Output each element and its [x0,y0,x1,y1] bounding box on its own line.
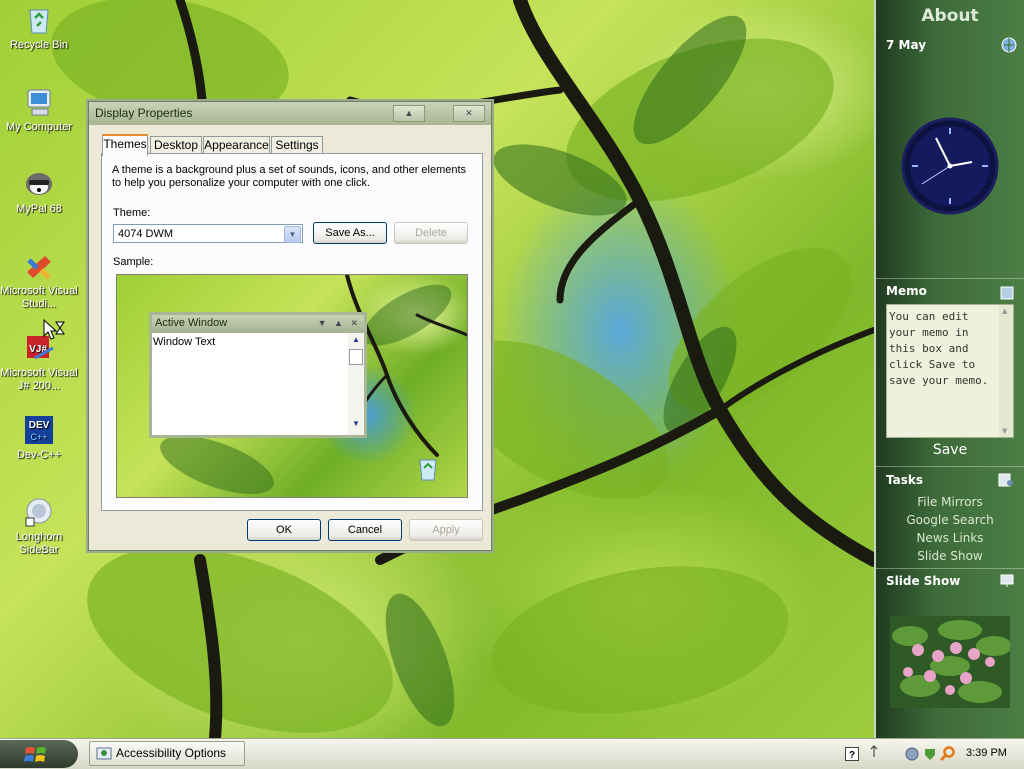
tab-settings[interactable]: Settings [271,136,323,154]
desktop-icon-visual-studio[interactable]: Microsoft Visual Studi... [0,250,78,311]
longhorn-sidebar-icon [23,496,55,528]
scroll-down-icon: ▼ [352,419,360,428]
tab-themes[interactable]: Themes [102,134,148,156]
security-icon[interactable] [922,746,938,762]
sample-active-window: Active Window ▼ ▲ ✕ Window Text ▲ ▼ [149,312,367,438]
scroll-up-icon: ▲ [352,335,360,344]
recycle-bin-icon [23,4,55,36]
theme-description: A theme is a background plus a set of so… [112,164,467,189]
system-tray: 3:39 PM [896,739,1024,769]
svg-text:?: ? [849,750,855,761]
apply-button[interactable]: Apply [409,519,483,541]
accessibility-icon [96,747,112,760]
desktop-icon-longhorn-sidebar[interactable]: Longhorn SideBar [0,496,78,557]
display-properties-dialog: Display Properties ▲ ✕ Themes Desktop Ap… [88,101,492,551]
longhorn-sidebar: About 7 May Memo You can edit your memo … [874,0,1024,738]
clock[interactable]: 3:39 PM [966,747,1007,759]
sample-scrollbar: ▲ ▼ [348,333,364,435]
desktop-icon-mypal[interactable]: MyPal 68 [0,168,78,216]
delete-button[interactable]: Delete [394,222,468,244]
tab-desktop[interactable]: Desktop [150,136,202,154]
desktop-icon-recycle-bin[interactable]: Recycle Bin [0,4,78,52]
taskbar-button-accessibility-options[interactable]: Accessibility Options [89,741,245,766]
memo-title: Memo [886,284,927,298]
theme-select-value: 4074 DWM [118,228,174,240]
dialog-titlebar[interactable]: Display Properties ▲ ✕ [89,102,491,125]
sample-recycle-bin-icon [419,459,437,481]
sidebar-separator [876,278,1024,279]
close-button[interactable]: ✕ [453,105,485,122]
close-icon: ✕ [465,108,473,118]
desktop-icon-visual-jsharp[interactable]: VJ# Microsoft Visual J# 200... [0,332,78,393]
network-icon[interactable] [904,746,920,762]
visual-studio-icon [23,250,55,282]
help-icon[interactable]: ? [845,747,859,761]
taskbar-button-label: Accessibility Options [116,746,227,760]
task-google-search[interactable]: Google Search [876,513,1024,527]
analog-clock [901,117,999,215]
slideshow-title: Slide Show [886,574,961,588]
taskbar: Accessibility Options ? 3:39 PM [0,738,1024,769]
windows-logo-icon [24,747,46,762]
themes-panel: A theme is a background plus a set of so… [101,153,483,511]
tasks-title: Tasks [886,473,924,487]
scroll-tray-icon[interactable] [869,745,879,759]
globe-icon[interactable] [1000,36,1018,54]
theme-label: Theme: [113,207,151,219]
devcpp-icon: DEV C++ [23,414,55,446]
computer-icon [23,86,55,118]
sample-window-body: Window Text ▲ ▼ [152,333,364,435]
theme-select[interactable]: 4074 DWM ▼ [113,224,303,243]
memo-icon[interactable] [1000,286,1014,300]
memo-text: You can edit your memo in this box and c… [889,310,989,387]
tasks-icon[interactable] [998,472,1014,488]
slideshow-image[interactable] [890,616,1010,708]
sidebar-separator [876,466,1024,467]
memo-scrollbar[interactable]: ▲ ▼ [999,305,1013,437]
tab-appearance[interactable]: Appearance [203,136,270,154]
memo-save-button[interactable]: Save [876,442,1024,458]
sidebar-separator [876,568,1024,569]
memo-textarea[interactable]: You can edit your memo in this box and c… [886,304,1014,438]
desktop-icon-my-computer[interactable]: My Computer [0,86,78,134]
help-button[interactable]: ▲ [393,105,425,122]
task-slide-show[interactable]: Slide Show [876,549,1024,563]
task-file-mirrors[interactable]: File Mirrors [876,495,1024,509]
slideshow-icon[interactable] [1000,574,1014,588]
scroll-thumb [349,349,363,365]
cancel-button[interactable]: Cancel [328,519,402,541]
scroll-up-icon: ▲ [1002,307,1008,315]
sample-window-text: Window Text [153,336,216,348]
mouse-cursor-icon [43,318,65,340]
svg-text:C++: C++ [30,432,47,442]
sidebar-date: 7 May [886,38,927,52]
desktop-icon-devcpp[interactable]: DEV C++ Dev-C++ [0,414,78,462]
sample-window-title: Active Window [155,317,228,329]
scroll-down-icon: ▼ [1002,427,1008,435]
sample-label: Sample: [113,256,154,268]
chevron-down-icon[interactable]: ▼ [284,226,301,243]
mypal-icon [23,168,55,200]
theme-sample-preview: Active Window ▼ ▲ ✕ Window Text ▲ ▼ [116,274,468,498]
ok-button[interactable]: OK [247,519,321,541]
save-as-button[interactable]: Save As... [313,222,387,244]
dialog-title: Display Properties [95,106,193,120]
help-icon: ▲ [404,108,414,118]
svg-text:DEV: DEV [29,420,50,431]
sample-window-controls-icon: ▼ ▲ ✕ [317,318,358,328]
search-icon[interactable] [940,746,956,762]
task-news-links[interactable]: News Links [876,531,1024,545]
sidebar-about-title[interactable]: About [876,6,1024,26]
start-button[interactable] [0,740,78,768]
sample-window-titlebar: Active Window ▼ ▲ ✕ [152,315,364,331]
